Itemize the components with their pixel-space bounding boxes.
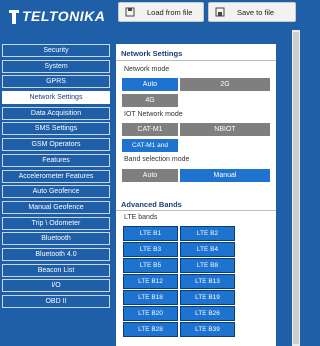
lte-band-b13[interactable]: LTE B13: [180, 274, 235, 289]
network-mode-auto-option[interactable]: Auto: [122, 78, 178, 91]
save-icon: [215, 7, 225, 17]
lte-band-b28[interactable]: LTE B28: [123, 322, 178, 337]
lte-band-b12[interactable]: LTE B12: [123, 274, 178, 289]
iot-mode-cat-m1-and-nbiot-option[interactable]: CAT-M1 and NBIOT: [122, 139, 178, 162]
main-panel: Network Settings Network mode Auto 2G 4G…: [116, 44, 276, 346]
load-icon: [125, 7, 135, 17]
sidebar-item-io[interactable]: I/O: [2, 279, 110, 293]
sidebar-item-auto-geofence[interactable]: Auto Geofence: [2, 185, 110, 199]
lte-band-b3[interactable]: LTE B3: [123, 242, 178, 257]
iot-network-mode-label: IOT Network mode: [124, 111, 183, 118]
logo-mark-icon: [9, 10, 19, 24]
logo-text: TELTONIKA: [22, 8, 106, 24]
sidebar-item-gsm-operators[interactable]: GSM Operators: [2, 138, 110, 152]
sidebar-item-trip-odometer[interactable]: Trip \ Odometer: [2, 216, 110, 230]
lte-band-b18[interactable]: LTE B18: [123, 290, 178, 305]
teltonika-logo: TELTONIKA: [6, 4, 112, 28]
network-mode-label: Network mode: [124, 66, 170, 73]
network-settings-divider: [116, 60, 276, 61]
lte-bands-label: LTE bands: [124, 214, 158, 221]
sidebar-item-features[interactable]: Features: [2, 153, 110, 167]
network-mode-4g-option[interactable]: 4G: [122, 94, 178, 107]
advanced-bands-divider: [116, 210, 276, 211]
network-settings-title: Network Settings: [121, 49, 183, 58]
load-from-file-button[interactable]: Load from file: [118, 2, 204, 22]
band-mode-auto-option[interactable]: Auto: [122, 169, 178, 182]
lte-band-b4[interactable]: LTE B4: [180, 242, 235, 257]
lte-band-b39[interactable]: LTE B39: [180, 322, 235, 337]
lte-band-b19[interactable]: LTE B19: [180, 290, 235, 305]
sidebar-item-gprs[interactable]: GPRS: [2, 75, 110, 89]
sidebar-item-accelerometer-features[interactable]: Accelerometer Features: [2, 169, 110, 183]
band-mode-manual-option[interactable]: Manual: [180, 169, 270, 182]
sidebar-item-network-settings[interactable]: Network Settings: [2, 91, 110, 105]
save-to-file-label: Save to file: [237, 7, 275, 17]
iot-mode-nbiot-option[interactable]: NBIOT: [180, 123, 270, 136]
lte-band-b20[interactable]: LTE B20: [123, 306, 178, 321]
sidebar-item-data-acquisition[interactable]: Data Acquisition: [2, 106, 110, 120]
lte-band-b1[interactable]: LTE B1: [123, 226, 178, 241]
load-from-file-label: Load from file: [147, 7, 193, 17]
lte-band-b2[interactable]: LTE B2: [180, 226, 235, 241]
sidebar-item-beacon-list[interactable]: Beacon List: [2, 263, 110, 277]
advanced-bands-title: Advanced Bands: [121, 200, 182, 209]
sidebar-item-bluetooth[interactable]: Bluetooth: [2, 232, 110, 246]
scrollbar-thumb[interactable]: [293, 32, 299, 344]
sidebar-item-security[interactable]: Security: [2, 44, 110, 57]
iot-mode-cat-m1-option[interactable]: CAT-M1: [122, 123, 178, 136]
band-selection-mode-label: Band selection mode: [124, 156, 190, 163]
save-to-file-button[interactable]: Save to file: [208, 2, 296, 22]
network-mode-2g-option[interactable]: 2G: [180, 78, 270, 91]
lte-band-b5[interactable]: LTE B5: [123, 258, 178, 273]
sidebar-item-manual-geofence[interactable]: Manual Geofence: [2, 200, 110, 214]
vertical-scrollbar[interactable]: [292, 30, 300, 346]
sidebar-item-system[interactable]: System: [2, 59, 110, 73]
sidebar-item-sms-settings[interactable]: SMS Settings: [2, 122, 110, 136]
sidebar-item-bluetooth-4[interactable]: Bluetooth 4.0: [2, 247, 110, 261]
lte-band-b26[interactable]: LTE B26: [180, 306, 235, 321]
lte-band-b8[interactable]: LTE B8: [180, 258, 235, 273]
sidebar-nav: Security System GPRS Network Settings Da…: [2, 44, 110, 311]
sidebar-item-obd-ii[interactable]: OBD II: [2, 295, 110, 308]
